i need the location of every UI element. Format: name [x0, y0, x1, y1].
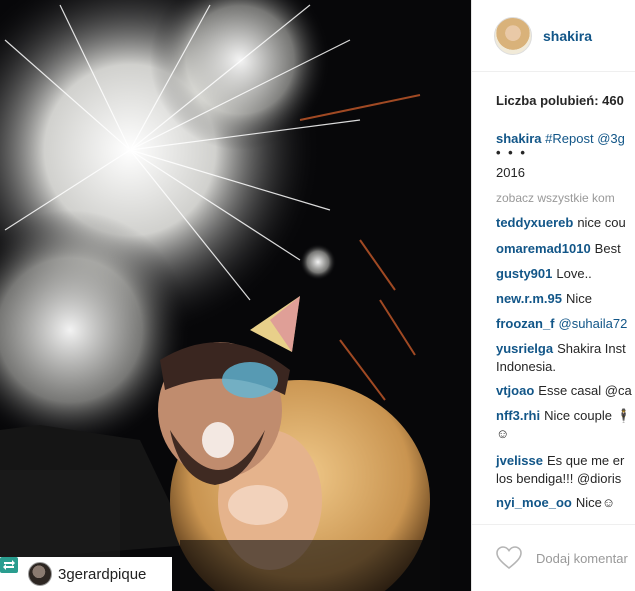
add-comment-input[interactable]: Dodaj komentar	[536, 551, 628, 566]
repost-icon	[0, 557, 22, 584]
comment-text: Best	[594, 241, 621, 256]
post-header: shakira	[472, 0, 635, 72]
repost-username[interactable]: 3gerardpique	[58, 566, 146, 583]
comment-username[interactable]: vtjoao	[496, 383, 534, 398]
comment-text[interactable]: @suhaila72	[559, 316, 628, 331]
comment-item: froozan_f @suhaila72	[496, 315, 627, 333]
caption-username[interactable]: shakira	[496, 131, 542, 146]
view-all-comments-link[interactable]: zobacz wszystkie kom	[496, 191, 615, 205]
fireworks-selfie-image	[0, 0, 471, 591]
avatar[interactable]	[494, 16, 532, 55]
comment-text: Nice	[566, 291, 593, 306]
comment-item: omaremad1010 Best	[496, 240, 621, 258]
comment-username[interactable]: yusrielga	[496, 341, 553, 356]
comment-item: teddyxuereb nice cou	[496, 214, 626, 232]
caption-ellipsis: • • •	[496, 145, 527, 160]
repost-tag[interactable]: 3gerardpique	[0, 557, 172, 591]
comment-text: Love..	[556, 266, 592, 281]
author-username[interactable]: shakira	[543, 28, 592, 44]
repost-avatar	[28, 562, 52, 586]
comment-text-continued: los bendiga!!! @dioris	[496, 471, 622, 486]
comment-username[interactable]: jvelisse	[496, 453, 543, 468]
comment-username[interactable]: omaremad1010	[496, 241, 591, 256]
comment-item: nyi_moe_oo Nice☺	[496, 494, 615, 512]
heart-icon[interactable]	[496, 546, 522, 570]
comment-username[interactable]: new.r.m.95	[496, 291, 562, 306]
comment-item: nff3.rhi Nice couple 🕴 ☺	[496, 407, 632, 443]
comment-footer: Dodaj komentar	[472, 524, 635, 591]
comment-text: nice cou	[577, 215, 626, 230]
comment-text-continued: ☺	[496, 426, 510, 441]
post-photo[interactable]: 3gerardpique	[0, 0, 471, 591]
comment-text: Nice couple 🕴	[544, 408, 632, 423]
comment-item: jvelisse Es que me er los bendiga!!! @dio…	[496, 452, 624, 488]
comment-username[interactable]: nyi_moe_oo	[496, 495, 572, 510]
comment-item: vtjoao Esse casal @ca	[496, 382, 632, 400]
comment-text-continued: Indonesia.	[496, 359, 556, 374]
comment-username[interactable]: nff3.rhi	[496, 408, 540, 423]
comment-username[interactable]: teddyxuereb	[496, 215, 573, 230]
caption-year: 2016	[496, 165, 525, 180]
comment-text: Nice☺	[575, 495, 616, 510]
comment-item: yusrielga Shakira Inst Indonesia.	[496, 340, 626, 376]
comment-text: Es que me er	[547, 453, 625, 468]
post-side-panel: shakira Liczba polubień: 460 shakira #Re…	[471, 0, 635, 591]
comment-item: gusty901 Love..	[496, 265, 592, 283]
likes-count: Liczba polubień: 460	[496, 93, 624, 108]
comment-text: Esse casal @ca	[538, 383, 632, 398]
caption-text[interactable]: #Repost @3g	[545, 131, 625, 146]
comment-username[interactable]: froozan_f	[496, 316, 555, 331]
comment-username[interactable]: gusty901	[496, 266, 552, 281]
comment-text: Shakira Inst	[557, 341, 626, 356]
comment-item: new.r.m.95 Nice	[496, 290, 592, 308]
